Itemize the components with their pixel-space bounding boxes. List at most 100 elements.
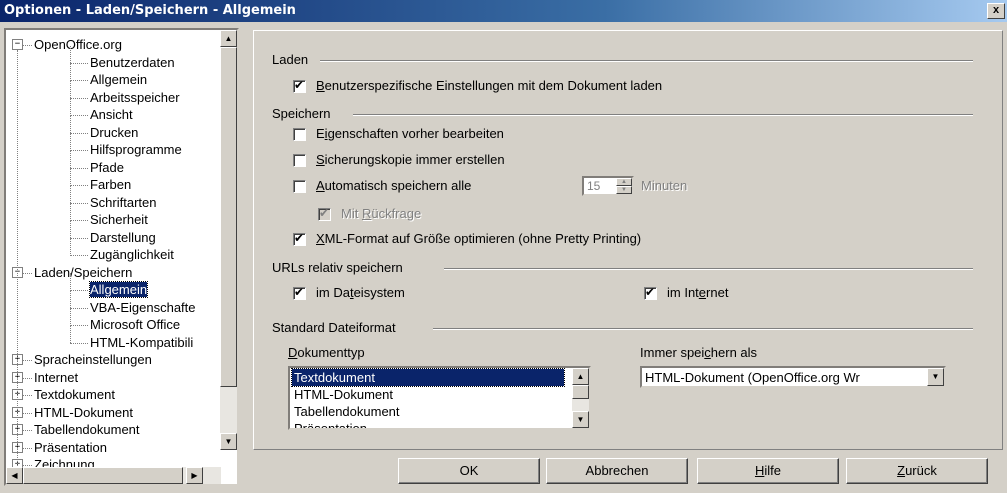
tree-item[interactable]: HTML-Kompatibili [90,334,193,351]
minutes-unit-label: Minuten [641,178,688,193]
tree-category[interactable]: Laden/Speichern [34,264,132,281]
saveas-dropdown[interactable]: HTML-Dokument (OpenOffice.org Wr ▼ [640,366,946,388]
help-button[interactable]: Hilfe [697,458,839,484]
tree-item[interactable]: Sicherheit [90,211,148,228]
edit-properties-label: Eigenschaften vorher bearbeiten [316,126,504,141]
tree-connector [22,272,32,274]
collapse-icon[interactable]: − [12,39,23,50]
tree-item-label: Internet [34,369,79,385]
tree-connector [70,220,88,221]
tree-vertical-scrollbar[interactable]: ▲ ▼ [220,30,237,450]
tree-item-label: Microsoft Office [90,317,181,332]
tree-item-label: Schriftarten [90,194,157,210]
tree-item[interactable]: Benutzerdaten [90,54,175,71]
backup-checkbox[interactable] [293,154,306,167]
tree-category[interactable]: HTML-Dokument [34,404,133,421]
prompt-label: Mit Rückfrage [341,206,422,221]
tree-connector [22,360,32,361]
tree-connector [22,430,32,431]
tree-item[interactable]: Pfade [90,159,124,176]
tree-item[interactable]: Drucken [90,124,138,141]
user-settings-checkbox[interactable] [293,78,306,93]
saveas-value: HTML-Dokument (OpenOffice.org Wr [645,370,860,385]
tree-item-label: Pfade [90,159,124,175]
autosave-label: Automatisch speichern alle [316,178,472,193]
tree-connector [70,185,88,186]
tree-item-label: Allgemein [88,281,149,298]
edit-properties-checkbox[interactable] [293,128,306,141]
scroll-down-arrow-icon[interactable]: ▼ [572,411,589,428]
tree-item[interactable]: VBA-Eigenschafte [90,299,196,316]
close-button[interactable]: x [987,3,1005,19]
tree-item-label: Textdokument [34,387,115,402]
tree-item[interactable]: Zugänglichkeit [90,246,174,263]
tree-item[interactable]: Darstellung [90,229,156,246]
tree-item-label: HTML-Kompatibili [90,334,194,350]
tree-item[interactable]: Allgemein [90,71,147,88]
tree-category[interactable]: Präsentation [34,439,107,456]
scroll-left-arrow-icon[interactable]: ◀ [6,467,23,484]
tree-item[interactable]: Farben [90,176,131,193]
tree-connector [22,45,32,46]
internet-checkbox[interactable] [644,285,657,300]
spin-down-icon[interactable]: ▼ [616,186,632,194]
prompt-checkbox[interactable] [318,206,331,221]
scroll-thumb[interactable] [572,385,589,399]
tree-item-label: Benutzerdaten [90,54,175,70]
tree-item-label: VBA-Eigenschafte [90,299,196,315]
doctype-listbox[interactable]: Textdokument HTML-Dokument Tabellendokum… [288,366,591,430]
tree-connector [70,238,71,256]
cancel-button[interactable]: Abbrechen [546,458,688,484]
tree-item[interactable]: Allgemein [88,281,149,298]
doctype-item[interactable]: Präsentation [292,420,564,428]
tree-item[interactable]: Schriftarten [90,194,156,211]
scroll-up-arrow-icon[interactable]: ▲ [572,368,589,385]
chevron-down-icon[interactable]: ▼ [927,368,944,386]
tree-item[interactable]: Hilfsprogramme [90,141,182,158]
autosave-checkbox[interactable] [293,180,306,193]
tree-item-label: Präsentation [34,439,107,455]
tree-category[interactable]: Spracheinstellungen [34,351,152,368]
tree-connector [70,150,71,168]
tree-connector [70,220,71,238]
spin-up-icon[interactable]: ▲ [616,178,632,186]
tree-connector [70,325,71,343]
tree-connector [70,342,88,344]
tree-item[interactable]: Microsoft Office [90,316,180,333]
doctype-item[interactable]: Textdokument [291,368,565,387]
scroll-thumb[interactable] [220,47,237,387]
group-title-laden: Laden [272,52,309,67]
back-button[interactable]: Zurück [846,458,988,484]
scroll-down-arrow-icon[interactable]: ▼ [220,433,237,450]
tree-connector [70,290,88,291]
tree-connector [70,133,71,151]
scroll-up-arrow-icon[interactable]: ▲ [220,30,237,47]
tree-horizontal-scrollbar[interactable]: ◀ ▶ [6,467,221,484]
doctype-item[interactable]: Tabellendokument [292,403,564,420]
filesystem-checkbox[interactable] [293,285,306,300]
scroll-right-arrow-icon[interactable]: ▶ [186,467,203,484]
tree-connector [70,150,88,151]
options-tree[interactable]: OpenOffice.org − Benutzerdaten Allgemein Arb… [4,28,239,486]
xml-optimize-label: XML-Format auf Größe optimieren (ohne Pr… [316,231,642,246]
tree-item-label: Allgemein [90,72,148,87]
tree-category[interactable]: Textdokument [34,386,115,403]
tree-connector [70,167,88,169]
tree-category[interactable]: Internet [34,369,78,386]
tree-connector [22,465,32,466]
tree-category[interactable]: OpenOffice.org [34,36,122,53]
doctype-scrollbar[interactable]: ▲ ▼ [572,368,589,428]
tree-connector [70,98,71,116]
xml-optimize-checkbox[interactable] [293,231,306,246]
hscroll-thumb[interactable] [23,467,183,484]
autosave-minutes-spinbox[interactable]: 15 ▲ ▼ [582,176,634,196]
ok-button[interactable]: OK [398,458,540,484]
tree-item[interactable]: Arbeitsspeicher [90,89,180,106]
tree-connector [70,168,71,186]
doctype-item[interactable]: HTML-Dokument [292,386,564,403]
separator [353,114,973,116]
tree-connector [70,132,88,134]
tree-item[interactable]: Ansicht [90,106,133,123]
tree-connector [70,80,88,81]
tree-category[interactable]: Tabellendokument [34,421,140,438]
